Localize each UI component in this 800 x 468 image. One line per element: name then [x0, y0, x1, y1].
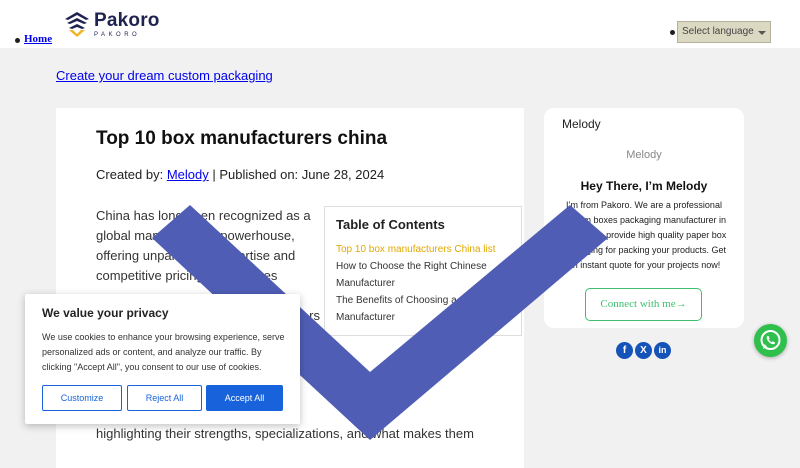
logo-name: Pakoro [94, 9, 160, 31]
connect-button[interactable]: Connect with me→ [585, 288, 702, 321]
body-line: China has long been recognized as a [96, 208, 311, 223]
pakoro-logo-icon [65, 12, 89, 37]
cookie-consent-dialog: We value your privacy We use cookies to … [25, 294, 300, 424]
cookie-reject-button[interactable]: Reject All [127, 385, 202, 411]
body-line: offering unparalleled expertise and [96, 248, 296, 263]
body-line: competitive pricing. Businesses [96, 268, 278, 283]
cookie-customize-button[interactable]: Customize [42, 385, 122, 411]
page-title: Top 10 box manufacturers china [96, 128, 388, 149]
toc-item[interactable]: The Benefits of Choosing a Chinese [336, 292, 510, 309]
meta-created-by: Created by: [96, 167, 164, 182]
table-of-contents: Table of Contents Top 10 box manufacture… [324, 206, 522, 336]
language-select[interactable]: Select language [677, 21, 771, 43]
author-card: Melody Melody Hey There, I’m Melody I’m … [544, 108, 744, 328]
body-line: global manufacturing powerhouse, [96, 228, 295, 243]
whatsapp-icon[interactable] [754, 324, 787, 357]
language-select-value: Select language [682, 26, 754, 37]
author-greeting: Hey There, I’m Melody [580, 179, 708, 193]
tagline-link[interactable]: Create your dream custom packaging [56, 68, 273, 83]
x-icon[interactable]: X [635, 342, 652, 359]
toc-item[interactable]: Top 10 box manufacturers China list [336, 241, 510, 258]
author-image-alt: Melody [626, 149, 662, 161]
language-bullet [670, 30, 675, 35]
nav-bullet [15, 38, 20, 43]
article-meta: Created by: Melody | Published on: June … [96, 167, 384, 182]
site-logo[interactable]: Pakoro PAKORO [64, 10, 160, 38]
cookie-text: We use cookies to enhance your browsing … [42, 332, 285, 372]
author-link[interactable]: Melody [167, 167, 209, 182]
nav-home-link[interactable]: Home [24, 33, 52, 45]
toc-item[interactable]: Manufacturer [336, 275, 510, 292]
site-header: Pakoro PAKORO Home Select language [0, 0, 800, 48]
whatsapp-glyph-icon [760, 330, 781, 350]
cookie-accept-button[interactable]: Accept All [206, 385, 283, 411]
meta-published: Published on: June 28, 2024 [219, 167, 385, 182]
meta-separator: | [212, 167, 216, 182]
toc-title: Table of Contents [336, 217, 445, 232]
toc-item[interactable]: Manufacturer [336, 309, 510, 326]
facebook-icon[interactable]: f [616, 342, 633, 359]
body-line: highlighting their strengths, specializa… [96, 426, 474, 441]
linkedin-icon[interactable]: in [654, 342, 671, 359]
cookie-title: We value your privacy [42, 306, 169, 320]
author-bio: I’m from Pakoro. We are a professional c… [561, 200, 727, 270]
chevron-down-icon [758, 31, 766, 35]
logo-subtitle: PAKORO [94, 31, 141, 38]
author-card-name: Melody [562, 117, 601, 131]
toc-item[interactable]: How to Choose the Right Chinese [336, 258, 510, 275]
